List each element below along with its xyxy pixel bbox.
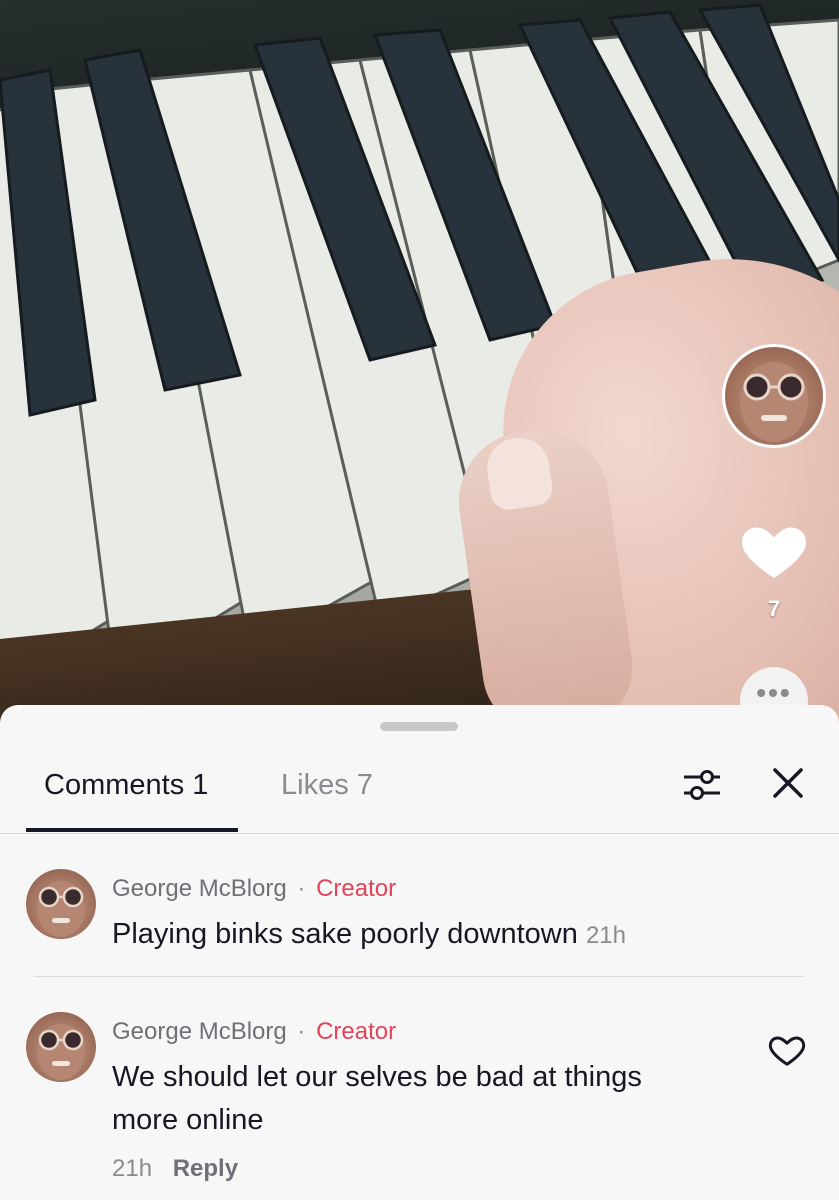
comment-time: 21h (585, 922, 626, 949)
comment-text: Playing binks sake poorly downtown 21h (112, 913, 732, 957)
avatar[interactable] (26, 1012, 96, 1082)
separator-dot: · (297, 1018, 306, 1045)
tab-comments[interactable]: Comments 1 (44, 769, 208, 802)
reply-button[interactable]: Reply (173, 1155, 238, 1182)
sliders-icon[interactable] (682, 767, 722, 803)
comment-author-line: George McBlorg · Creator (112, 1018, 396, 1046)
active-tab-indicator (26, 828, 238, 832)
like-count: 7 (767, 596, 781, 621)
tab-likes[interactable]: Likes 7 (281, 769, 373, 802)
separator-dot: · (297, 875, 306, 902)
creator-badge: Creator (316, 875, 397, 902)
comment-author[interactable]: George McBlorg (112, 875, 287, 902)
video-player[interactable]: 7 ••• (0, 0, 839, 740)
close-icon[interactable] (770, 765, 806, 801)
creator-avatar[interactable] (722, 344, 826, 448)
comment-body: Playing binks sake poorly downtown (112, 918, 578, 950)
avatar-face-icon (740, 362, 808, 442)
heart-outline-icon[interactable] (766, 1030, 808, 1070)
comment-time: 21h (112, 1155, 153, 1182)
comments-sheet: Comments 1 Likes 7 George McBlorg · Crea… (0, 705, 839, 1200)
creator-badge: Creator (316, 1018, 397, 1045)
comment-divider (34, 976, 804, 977)
comment-author-line: George McBlorg · Creator (112, 875, 396, 903)
sheet-grabber[interactable] (380, 722, 458, 731)
heart-icon[interactable] (738, 515, 810, 587)
avatar[interactable] (26, 869, 96, 939)
comment-meta: 21h Reply (112, 1155, 238, 1183)
avatar-face-icon (37, 1024, 85, 1080)
comment-author[interactable]: George McBlorg (112, 1018, 287, 1045)
tabs-divider (0, 833, 839, 834)
comment-text: We should let our selves be bad at thing… (112, 1061, 642, 1136)
avatar-face-icon (37, 881, 85, 937)
